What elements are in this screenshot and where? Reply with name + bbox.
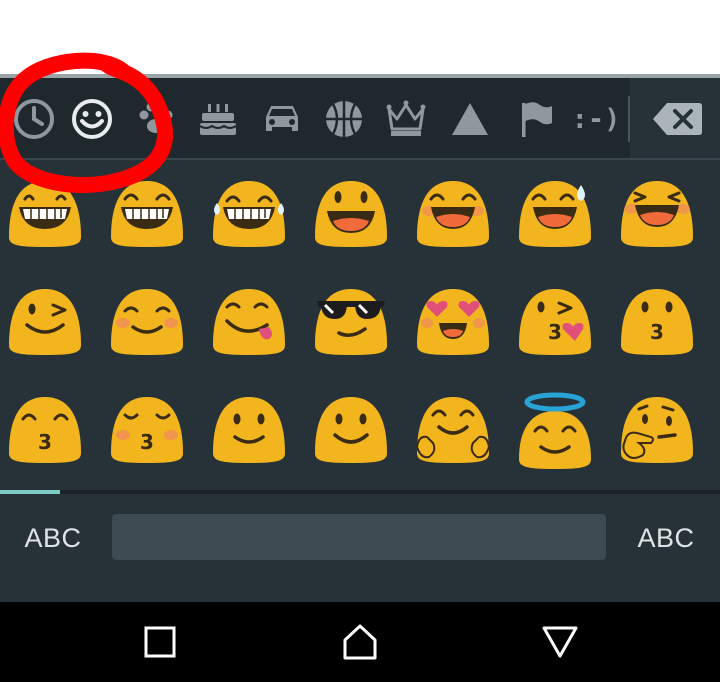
category-separator	[628, 96, 630, 142]
svg-text:3: 3	[548, 320, 562, 344]
svg-text:3: 3	[140, 430, 154, 454]
svg-text:3: 3	[650, 320, 664, 344]
emoji-hugging[interactable]	[408, 386, 498, 476]
home-icon	[343, 624, 377, 660]
emoji-innocent-halo[interactable]	[510, 386, 600, 476]
emoji-kissing-heart[interactable]: 3	[510, 278, 600, 368]
category-tab-smileys[interactable]	[60, 84, 124, 154]
smiley-icon	[72, 99, 112, 139]
emoji-smiling[interactable]	[306, 386, 396, 476]
backspace-button[interactable]	[644, 86, 710, 152]
emoji-kissing-closed-eyes[interactable]: 3	[102, 386, 192, 476]
emoji-page-indicator	[0, 490, 720, 494]
recents-button[interactable]	[120, 612, 200, 672]
back-button[interactable]	[520, 612, 600, 672]
abc-key-left[interactable]: ABC	[10, 510, 96, 566]
svg-text:3: 3	[38, 430, 52, 454]
backspace-icon	[653, 103, 702, 135]
emoji-yum[interactable]	[204, 278, 294, 368]
emoji-slightly-smiling[interactable]	[204, 386, 294, 476]
app-content-area	[0, 0, 720, 74]
emoji-kissing-smiling-eyes[interactable]: 3	[0, 386, 90, 476]
flag-icon	[522, 102, 552, 137]
emoji-blushing[interactable]	[102, 278, 192, 368]
cake-icon	[199, 104, 237, 135]
category-tab-travel[interactable]	[250, 84, 314, 154]
home-button[interactable]	[320, 612, 400, 672]
recents-square-icon	[144, 626, 176, 658]
emoji-winking[interactable]	[0, 278, 90, 368]
paw-icon	[139, 102, 173, 133]
car-icon	[266, 106, 298, 131]
category-tab-symbols[interactable]	[438, 84, 502, 154]
abc-key-right[interactable]: ABC	[622, 510, 710, 566]
back-icon	[542, 626, 578, 658]
emoji-smile-open-mouth-eyes[interactable]	[408, 170, 498, 260]
crown-icon	[386, 100, 426, 136]
category-tab-activities[interactable]	[312, 84, 376, 154]
abc-key-left-label: ABC	[24, 522, 82, 553]
emoji-kissing[interactable]: 3	[612, 278, 702, 368]
emoji-sunglasses[interactable]	[306, 278, 396, 368]
emoji-sweat-smile[interactable]	[510, 170, 600, 260]
category-tab-emoticons[interactable]: :-)	[564, 84, 628, 154]
category-tab-flags[interactable]	[502, 84, 566, 154]
triangle-icon	[452, 103, 488, 135]
category-tab-objects[interactable]	[374, 84, 438, 154]
emoji-grinning-teeth[interactable]	[102, 170, 192, 260]
clock-icon	[14, 99, 54, 139]
spacebar[interactable]	[112, 514, 606, 560]
emoji-laughing[interactable]	[612, 170, 702, 260]
emoji-tears-of-joy[interactable]	[204, 170, 294, 260]
category-tab-recent[interactable]	[2, 84, 66, 154]
emoji-smiley-open-mouth[interactable]	[306, 170, 396, 260]
emoji-page-indicator-fill	[0, 490, 60, 494]
emoji-grinning[interactable]	[0, 170, 90, 260]
basketball-icon	[326, 101, 362, 137]
category-divider	[0, 158, 720, 160]
emoticon-label: :-)	[571, 103, 621, 135]
category-tab-food[interactable]	[186, 84, 250, 154]
emoji-heart-eyes[interactable]	[408, 278, 498, 368]
category-tab-nature[interactable]	[124, 84, 188, 154]
emoji-thinking[interactable]	[612, 386, 702, 476]
abc-key-right-label: ABC	[637, 522, 695, 553]
